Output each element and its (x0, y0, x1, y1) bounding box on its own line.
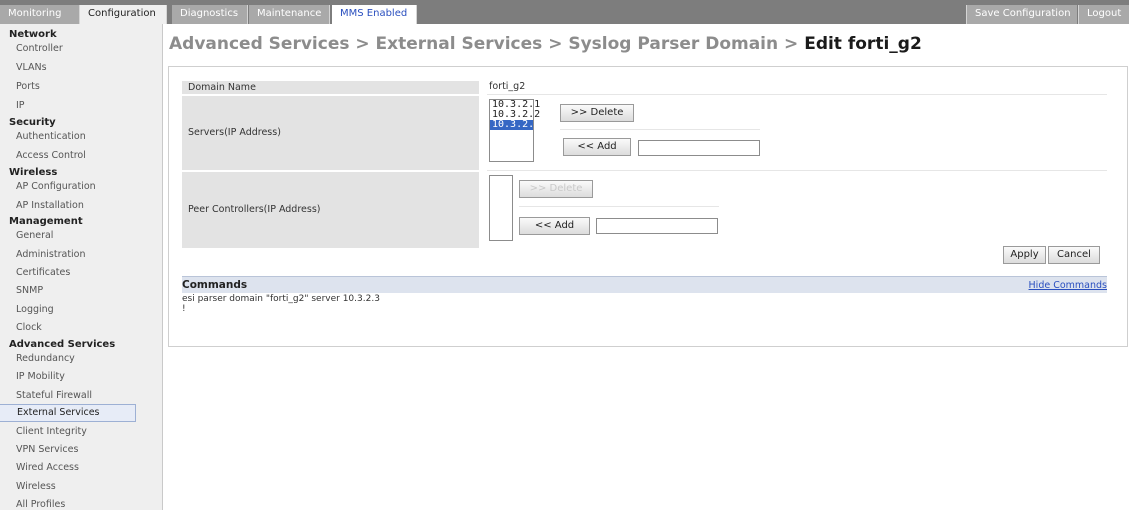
sidebar-item-ip-mobility[interactable]: IP Mobility (0, 369, 136, 385)
sidebar-item-logging[interactable]: Logging (0, 302, 136, 318)
domain-name-label: Domain Name (182, 81, 479, 94)
peer-ip-input[interactable] (596, 218, 718, 234)
row-divider (560, 129, 760, 130)
sidebar-item-administration[interactable]: Administration (0, 247, 136, 263)
sidebar-item-access-control[interactable]: Access Control (0, 148, 136, 164)
hide-commands-link[interactable]: Hide Commands (1029, 280, 1107, 291)
tab-maintenance[interactable]: Maintenance (249, 5, 330, 24)
servers-label: Servers(IP Address) (182, 96, 479, 170)
peer-controllers-listbox[interactable] (489, 175, 513, 241)
sidebar-item-ap-configuration[interactable]: AP Configuration (0, 179, 136, 195)
sidebar-section-management: Management (9, 216, 83, 227)
servers-listbox[interactable]: 10.3.2.1 10.3.2.2 10.3.2.3 (489, 99, 540, 162)
sidebar-section-network: Network (9, 29, 57, 40)
tab-monitoring[interactable]: Monitoring (0, 5, 80, 24)
sidebar-item-controller[interactable]: Controller (0, 41, 136, 57)
sidebar-item-vlans[interactable]: VLANs (0, 60, 136, 76)
domain-name-value: forti_g2 (489, 81, 526, 92)
sidebar-item-certificates[interactable]: Certificates (0, 265, 136, 281)
peers-add-button[interactable]: << Add (519, 217, 590, 235)
command-line: esi parser domain "forti_g2" server 10.3… (182, 294, 380, 304)
sidebar-item-snmp[interactable]: SNMP (0, 283, 136, 299)
page-title-current: Edit forti_g2 (804, 34, 922, 54)
save-configuration-button[interactable]: Save Configuration (966, 5, 1077, 24)
row-divider (487, 94, 1107, 95)
apply-button[interactable]: Apply (1003, 246, 1046, 264)
sidebar-item-clock[interactable]: Clock (0, 320, 136, 336)
edit-domain-panel: Domain Name forti_g2 Servers(IP Address)… (168, 66, 1128, 347)
sidebar-item-client-integrity[interactable]: Client Integrity (0, 424, 136, 440)
sidebar-item-redundancy[interactable]: Redundancy (0, 351, 136, 367)
row-divider (519, 206, 719, 207)
servers-add-button[interactable]: << Add (563, 138, 631, 156)
sidebar-item-ports[interactable]: Ports (0, 79, 136, 95)
commands-title: Commands (182, 279, 248, 291)
peer-controllers-label: Peer Controllers(IP Address) (182, 172, 479, 248)
peers-delete-button[interactable]: >> Delete (519, 180, 593, 198)
command-line: ! (182, 304, 186, 314)
sidebar-item-external-services[interactable]: External Services (0, 404, 136, 422)
logout-button[interactable]: Logout (1078, 5, 1129, 24)
sidebar-section-wireless: Wireless (9, 167, 58, 178)
tab-configuration[interactable]: Configuration (80, 5, 167, 24)
sidebar-item-general[interactable]: General (0, 228, 136, 244)
server-option-selected[interactable]: 10.3.2.3 (490, 120, 540, 130)
commands-header: Commands Hide Commands (182, 276, 1107, 293)
sidebar-section-security: Security (9, 117, 56, 128)
commands-output: esi parser domain "forti_g2" server 10.3… (182, 294, 380, 314)
servers-delete-button[interactable]: >> Delete (560, 104, 634, 122)
row-divider (487, 170, 1107, 171)
server-ip-input[interactable] (638, 140, 760, 156)
sidebar-section-advanced-services: Advanced Services (9, 339, 116, 350)
tab-diagnostics[interactable]: Diagnostics (172, 5, 248, 24)
page-title: Advanced Services > External Services > … (169, 34, 922, 54)
sidebar-item-vpn-services[interactable]: VPN Services (0, 442, 136, 458)
sidebar-item-stateful-firewall[interactable]: Stateful Firewall (0, 388, 136, 404)
sidebar-item-ap-installation[interactable]: AP Installation (0, 198, 136, 214)
breadcrumb: Advanced Services > External Services > … (169, 34, 805, 54)
sidebar-item-wireless[interactable]: Wireless (0, 479, 136, 495)
tab-mms-enabled[interactable]: MMS Enabled (332, 5, 417, 24)
top-navigation-bar: Monitoring Configuration Diagnostics Mai… (0, 0, 1129, 24)
sidebar-item-authentication[interactable]: Authentication (0, 129, 136, 145)
sidebar-item-all-profiles[interactable]: All Profiles (0, 497, 136, 513)
sidebar-item-wired-access[interactable]: Wired Access (0, 460, 136, 476)
sidebar-item-ip[interactable]: IP (0, 98, 136, 114)
sidebar: Network Controller VLANs Ports IP Securi… (0, 24, 163, 510)
cancel-button[interactable]: Cancel (1048, 246, 1100, 264)
